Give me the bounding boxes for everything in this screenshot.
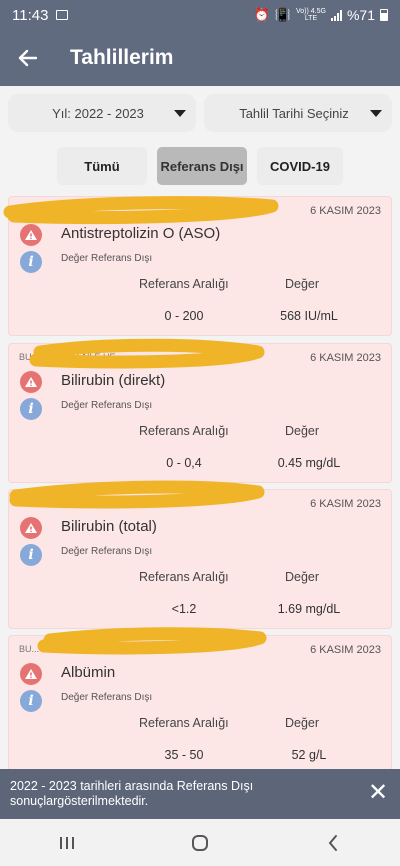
- result-status: Değer Referans Dışı: [61, 546, 153, 557]
- reference-header: Referans Aralığı: [139, 570, 229, 584]
- reference-range: 0 - 200: [164, 309, 204, 323]
- status-time: 11:43: [12, 6, 49, 24]
- date-select[interactable]: Tahlil Tarihi Seçiniz: [204, 94, 392, 132]
- result-date: 6 KASIM 2023: [310, 205, 381, 217]
- result-status: Değer Referans Dışı: [61, 400, 153, 411]
- result-date: 6 KASIM 2023: [310, 352, 381, 364]
- result-card[interactable]: BU... 48 NOLU AİLE HEKİMLİĞİ BİRİM 6 KAS…: [8, 489, 392, 629]
- filter-selects: Yıl: 2022 - 2023 Tahlil Tarihi Seçiniz: [8, 94, 392, 132]
- result-place: BU... 48 NOLU AİLE HE...: [19, 352, 124, 362]
- tab-covid[interactable]: COVID-19: [257, 147, 343, 185]
- result-status: Değer Referans Dışı: [61, 692, 153, 703]
- info-icon[interactable]: i: [20, 690, 42, 712]
- reference-range: <1.2: [171, 602, 197, 616]
- snackbar-message: 2022 - 2023 tarihleri arasında Referans …: [10, 779, 254, 808]
- warning-icon: [20, 517, 42, 539]
- test-name: Antistreptolizin O (ASO): [61, 225, 221, 242]
- value-header: Değer: [285, 716, 320, 730]
- test-name: Albümin: [61, 664, 116, 681]
- info-icon[interactable]: i: [20, 251, 42, 273]
- result-value: 0.45 mg/dL: [277, 456, 341, 470]
- results-list[interactable]: BU... 6 KASIM 2023 i Antistreptolizin O …: [0, 196, 400, 769]
- signal-icon: [330, 9, 342, 21]
- date-select-label: Tahlil Tarihi Seçiniz: [239, 105, 349, 121]
- page-title: Tahlillerim: [70, 46, 174, 69]
- reference-range: 0 - 0,4: [166, 456, 202, 470]
- result-date: 6 KASIM 2023: [310, 644, 381, 656]
- close-icon[interactable]: ✕: [366, 781, 390, 806]
- status-bar: 11:43 ⏰ 📳 Vo)) 4.5G LTE %71: [0, 0, 400, 30]
- arrow-left-icon: [18, 49, 37, 67]
- result-place: BU...: [19, 205, 40, 215]
- caret-down-icon: [370, 109, 382, 117]
- chevron-left-icon: [328, 834, 338, 851]
- year-select-label: Yıl: 2022 - 2023: [52, 105, 144, 121]
- test-name: Bilirubin (direkt): [61, 372, 166, 389]
- warning-icon: [20, 224, 42, 246]
- recents-button[interactable]: [37, 823, 97, 863]
- result-place: BU... 48 NOLU AİLE HEKİMLİĞİ BİRİM: [19, 498, 177, 508]
- result-card[interactable]: BU... 6 KASIM 2023 i Antistreptolizin O …: [8, 196, 392, 336]
- warning-icon: [20, 371, 42, 393]
- battery-icon: [380, 9, 388, 21]
- home-button[interactable]: [170, 823, 230, 863]
- vibrate-icon: 📳: [274, 7, 291, 22]
- reference-range: 35 - 50: [164, 748, 204, 762]
- result-value: 568 IU/mL: [280, 309, 338, 323]
- navigation-bar: [0, 819, 400, 866]
- result-card[interactable]: BU... 48 NOLU AİLE HE... 6 KASIM 2023 i …: [8, 343, 392, 483]
- info-icon[interactable]: i: [20, 398, 42, 420]
- tab-all[interactable]: Tümü: [57, 147, 147, 185]
- filter-tabs: Tümü Referans Dışı COVID-19: [0, 147, 400, 185]
- snackbar: 2022 - 2023 tarihleri arasında Referans …: [0, 769, 400, 819]
- alarm-icon: ⏰: [253, 7, 270, 22]
- year-select[interactable]: Yıl: 2022 - 2023: [8, 94, 196, 132]
- battery-level: %71: [346, 7, 375, 23]
- caret-down-icon: [174, 109, 186, 117]
- result-value: 1.69 mg/dL: [277, 602, 341, 616]
- back-button[interactable]: [0, 30, 54, 86]
- recents-icon: [59, 836, 74, 849]
- warning-icon: [20, 663, 42, 685]
- home-icon: [191, 834, 208, 851]
- result-date: 6 KASIM 2023: [310, 498, 381, 510]
- app-bar: Tahlillerim: [0, 30, 400, 86]
- gallery-icon: [56, 10, 69, 20]
- value-header: Değer: [285, 424, 320, 438]
- info-icon[interactable]: i: [20, 544, 42, 566]
- reference-header: Referans Aralığı: [139, 424, 229, 438]
- result-status: Değer Referans Dışı: [61, 253, 153, 264]
- result-card[interactable]: BU... AİLE HEKİMLİĞİ BİRİ 6 KASIM 2023 i…: [8, 635, 392, 769]
- network-indicator: Vo)) 4.5G LTE: [296, 8, 326, 22]
- test-name: Bilirubin (total): [61, 518, 157, 535]
- reference-header: Referans Aralığı: [139, 277, 229, 291]
- value-header: Değer: [285, 570, 320, 584]
- reference-header: Referans Aralığı: [139, 716, 229, 730]
- back-nav-button[interactable]: [303, 823, 363, 863]
- result-place: BU... AİLE HEKİMLİĞİ BİRİ: [19, 644, 129, 654]
- result-value: 52 g/L: [291, 748, 327, 762]
- value-header: Değer: [285, 277, 320, 291]
- tab-out-of-range[interactable]: Referans Dışı: [157, 147, 247, 185]
